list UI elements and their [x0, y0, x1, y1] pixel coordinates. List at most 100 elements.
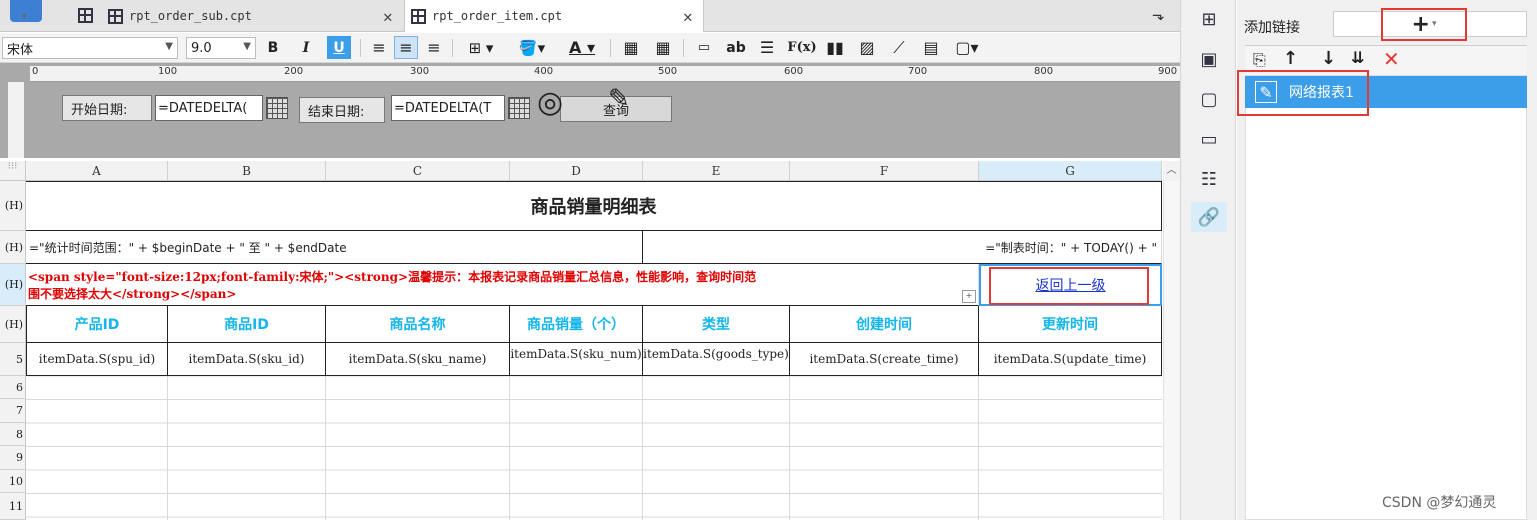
row-header-7[interactable]: 7 — [0, 399, 26, 423]
column-header-e[interactable]: E — [643, 161, 790, 181]
copy-icon[interactable]: ⎘ — [1253, 50, 1266, 70]
data-cell-create-time[interactable]: itemData.S(create_time) — [790, 343, 979, 376]
highlight-box-link-item — [1237, 70, 1369, 116]
fill-color-icon[interactable]: 🪣▾ — [512, 36, 552, 59]
vertical-scrollbar[interactable] — [1163, 181, 1180, 520]
row-header-11[interactable]: 11 — [0, 493, 26, 520]
report-title-cell[interactable]: 商品销量明细表 — [26, 181, 1162, 231]
data-cell-goods-type[interactable]: itemData.S(goods_type) — [643, 343, 790, 376]
move-down-icon[interactable]: ↓ — [1321, 48, 1336, 69]
frame-icon[interactable]: ▢ — [1191, 84, 1227, 114]
right-icon-strip: ⊞ ▣ ▢ ▭ ☷ 🔗 — [1180, 0, 1236, 520]
hyperlink-icon[interactable]: 🔗 — [1191, 202, 1227, 232]
header-cell-update-time[interactable]: 更新时间 — [979, 306, 1162, 343]
data-cell-sku-name[interactable]: itemData.S(sku_name) — [326, 343, 510, 376]
frame-dropdown-icon[interactable]: ▢▾ — [952, 36, 982, 59]
cell-expand-icon[interactable]: + — [962, 290, 976, 303]
close-icon[interactable]: ✕ — [383, 7, 393, 26]
header-cell-sku-num[interactable]: 商品销量（个） — [510, 306, 643, 343]
condition-icon[interactable]: ☷ — [1191, 164, 1227, 194]
data-cell-sku-id[interactable]: itemData.S(sku_id) — [168, 343, 326, 376]
column-header-g[interactable]: G — [979, 161, 1162, 181]
data-cell-sku-num[interactable]: itemData.S(sku_num) — [510, 343, 643, 376]
slash-icon[interactable]: ⟋ — [888, 36, 910, 59]
align-center-icon[interactable]: ≡ — [394, 36, 418, 59]
close-icon[interactable]: ✕ — [683, 7, 693, 26]
sheet-corner[interactable]: ⁝⁝⁝ — [0, 161, 26, 181]
highlight-box-back-link — [989, 267, 1149, 305]
chevron-down-icon[interactable]: ▾ — [22, 12, 27, 22]
italic-button[interactable]: I — [295, 36, 317, 59]
sheet-grid-icon[interactable] — [78, 8, 99, 26]
end-date-input[interactable]: =DATEDELTA(T — [391, 95, 505, 121]
column-header-c[interactable]: C — [326, 161, 510, 181]
rich-text-icon[interactable]: ☰ — [756, 36, 778, 59]
ruler-tick: 0 — [32, 66, 39, 77]
row-header-4[interactable]: (H) — [0, 306, 26, 343]
calendar-icon[interactable] — [508, 97, 530, 119]
row-header-3[interactable]: (H) — [0, 264, 26, 306]
header-cell-goods-type[interactable]: 类型 — [643, 306, 790, 343]
merge-cells-icon[interactable]: ▦ — [620, 36, 642, 59]
time-range-formula-cell[interactable]: ="统计时间范围：" + $beginDate + " 至 " + $endDa… — [26, 231, 643, 264]
column-header-a[interactable]: A — [26, 161, 168, 181]
formula-button[interactable]: F(x) — [787, 36, 816, 59]
row-header-5[interactable]: 5 — [0, 343, 26, 376]
sub-report-icon[interactable]: ▤ — [920, 36, 942, 59]
text-cell-icon[interactable]: ▭ — [693, 36, 715, 59]
sort-icon[interactable]: ⇊ — [1351, 48, 1364, 67]
row-header-1[interactable]: (H) — [0, 181, 26, 231]
row-header-8[interactable]: 8 — [0, 423, 26, 446]
column-header-b[interactable]: B — [168, 161, 326, 181]
move-up-icon[interactable]: ↑ — [1283, 48, 1298, 69]
header-cell-spu-id[interactable]: 产品ID — [26, 306, 168, 343]
made-time-formula-cell[interactable]: ="制表时间：" + TODAY() + " — [643, 231, 1162, 264]
watermark: CSDN @梦幻通灵 — [1382, 495, 1497, 511]
header-cell-sku-id[interactable]: 商品ID — [168, 306, 326, 343]
align-left-icon[interactable]: ≡ — [368, 36, 390, 59]
ruler-tick: 300 — [410, 66, 430, 77]
column-header-f[interactable]: F — [790, 161, 979, 181]
font-size-select[interactable]: 9.0 ▼ — [186, 37, 256, 59]
row-header-2[interactable]: (H) — [0, 231, 26, 264]
row-header-10[interactable]: 10 — [0, 470, 26, 493]
unmerge-cells-icon[interactable]: ▦ — [652, 36, 674, 59]
scroll-up-icon[interactable]: ︿ — [1163, 161, 1180, 181]
border-dropdown-icon[interactable]: ⊞ ▾ — [462, 36, 500, 59]
widget-icon[interactable]: ▭ — [1191, 124, 1227, 154]
start-date-input[interactable]: =DATEDELTA( — [155, 95, 263, 121]
image-icon[interactable]: ▨ — [856, 36, 878, 59]
bold-button[interactable]: B — [262, 36, 284, 59]
tab-bar: ▾ rpt_order_sub.cpt ✕ rpt_order_item.cpt… — [0, 0, 1180, 32]
row-header-6[interactable]: 6 — [0, 376, 26, 399]
data-cell-update-time[interactable]: itemData.S(update_time) — [979, 343, 1162, 376]
underline-button[interactable]: U — [327, 36, 351, 59]
row-header-9[interactable]: 9 — [0, 446, 26, 470]
cell-element-icon[interactable]: ▣ — [1191, 44, 1227, 74]
align-right-icon[interactable]: ≡ — [423, 36, 445, 59]
edit-pencil-icon[interactable]: ✎ — [608, 84, 630, 114]
tab-rpt-order-item[interactable]: rpt_order_item.cpt ✕ — [404, 0, 704, 32]
data-cell-spu-id[interactable]: itemData.S(spu_id) — [26, 343, 168, 376]
header-cell-sku-name[interactable]: 商品名称 — [326, 306, 510, 343]
calendar-icon[interactable] — [266, 97, 288, 119]
horizontal-ruler: 0 100 200 300 400 500 600 700 800 900 — [30, 66, 1180, 82]
delete-icon[interactable]: ✕ — [1383, 47, 1400, 71]
font-family-select[interactable]: 宋体 ▼ — [2, 37, 178, 59]
chart-icon[interactable]: ▮▮ — [824, 36, 846, 59]
ruler-tick: 800 — [1034, 66, 1054, 77]
report-file-icon — [108, 8, 123, 24]
format-painter-icon[interactable]: ⬎ — [1152, 6, 1165, 24]
empty-grid[interactable] — [26, 376, 1162, 520]
ab-button[interactable]: ab — [724, 36, 748, 59]
tab-rpt-order-sub[interactable]: rpt_order_sub.cpt ✕ — [108, 0, 403, 32]
header-cell-create-time[interactable]: 创建时间 — [790, 306, 979, 343]
tip-cell[interactable]: <span style="font-size:12px;font-family:… — [26, 264, 979, 306]
ruler-tick: 200 — [284, 66, 304, 77]
cell-attributes-icon[interactable]: ⊞ — [1191, 4, 1227, 34]
hidden-eye-icon[interactable]: ◎ — [537, 85, 563, 120]
column-header-d[interactable]: D — [510, 161, 643, 181]
chevron-down-icon: ▼ — [165, 41, 173, 52]
tab-label: rpt_order_sub.cpt — [129, 9, 252, 23]
font-color-button[interactable]: A ▾ — [562, 36, 602, 59]
